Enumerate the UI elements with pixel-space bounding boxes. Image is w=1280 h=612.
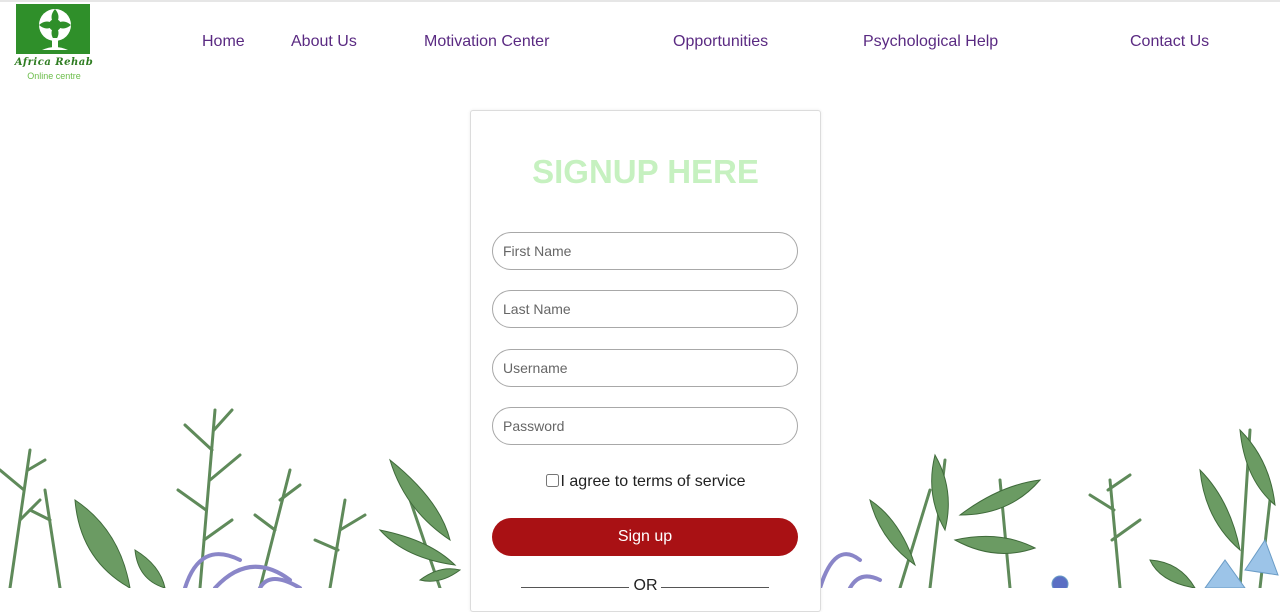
nav-psychological-help[interactable]: Psychological Help: [863, 33, 998, 51]
nav-contact-us[interactable]: Contact Us: [1130, 33, 1209, 51]
username-input[interactable]: [492, 349, 798, 387]
brand-title: Africa Rehab: [14, 57, 94, 68]
tree-leaf-logo-icon: [16, 4, 90, 54]
top-border: [0, 0, 1280, 2]
nav-home[interactable]: Home: [202, 33, 245, 51]
signup-title: SIGNUP HERE: [532, 153, 759, 190]
nav-about-us[interactable]: About Us: [291, 33, 357, 51]
or-separator: OR: [633, 577, 658, 594]
terms-row: I agree to terms of service: [471, 473, 820, 491]
nav-motivation-center[interactable]: Motivation Center: [424, 33, 549, 51]
signup-card: SIGNUP HERE I agree to terms of service …: [470, 110, 821, 612]
password-input[interactable]: [492, 407, 798, 445]
signup-button[interactable]: Sign up: [492, 518, 798, 556]
terms-label[interactable]: I agree to terms of service: [561, 473, 746, 490]
terms-checkbox[interactable]: [545, 474, 559, 487]
last-name-input[interactable]: [492, 290, 798, 328]
first-name-input[interactable]: [492, 232, 798, 270]
brand-logo[interactable]: Africa Rehab Online centre: [4, 4, 104, 84]
brand-subtitle: Online centre: [27, 71, 81, 81]
nav-opportunities[interactable]: Opportunities: [673, 33, 768, 51]
